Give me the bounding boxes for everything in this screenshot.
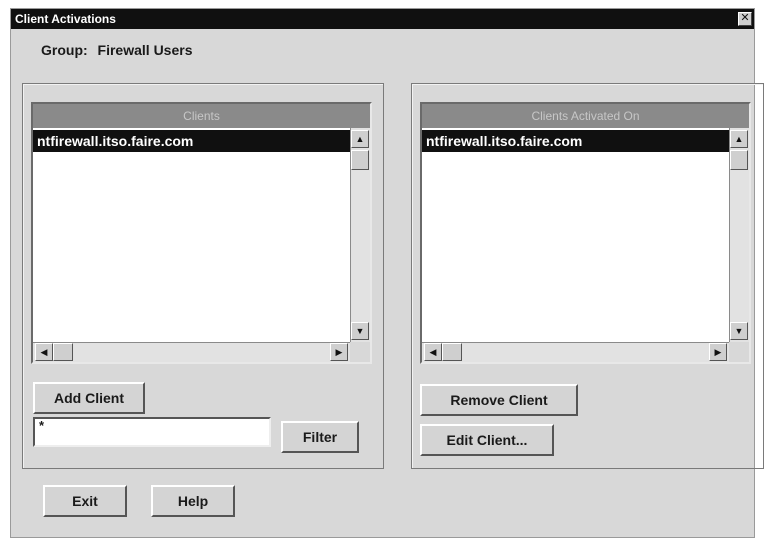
activated-vertical-scrollbar[interactable]: ▲ ▼ [729,128,749,342]
group-line: Group: Firewall Users [41,42,198,58]
clients-vertical-scrollbar[interactable]: ▲ ▼ [350,128,370,342]
clients-list-item[interactable]: ntfirewall.itso.faire.com [33,130,350,152]
title-bar: Client Activations ✕ [11,9,754,29]
scroll-up-icon[interactable]: ▲ [730,130,748,148]
close-icon[interactable]: ✕ [738,12,752,26]
scroll-left-icon[interactable]: ◀ [35,343,53,361]
activated-list-item[interactable]: ntfirewall.itso.faire.com [422,130,729,152]
scroll-down-icon[interactable]: ▼ [730,322,748,340]
clients-list-header: Clients [33,104,370,128]
scroll-thumb[interactable] [351,150,369,170]
scroll-thumb[interactable] [442,343,462,361]
remove-client-button[interactable]: Remove Client [420,384,578,416]
activated-list-header: Clients Activated On [422,104,749,128]
scroll-left-icon[interactable]: ◀ [424,343,442,361]
activated-horizontal-scrollbar[interactable]: ◀ ▶ [422,342,729,362]
scroll-corner [350,342,370,362]
scroll-right-icon[interactable]: ▶ [330,343,348,361]
scroll-up-icon[interactable]: ▲ [351,130,369,148]
scroll-thumb[interactable] [53,343,73,361]
edit-client-button[interactable]: Edit Client... [420,424,554,456]
filter-button[interactable]: Filter [281,421,359,453]
add-client-button[interactable]: Add Client [33,382,145,414]
client-activations-window: Client Activations ✕ Group: Firewall Use… [10,8,764,538]
clients-listbox[interactable]: Clients ntfirewall.itso.faire.com ▲ ▼ ◀ … [31,102,372,364]
help-button[interactable]: Help [151,485,235,517]
activated-panel: Clients Activated On ntfirewall.itso.fai… [411,83,764,469]
filter-input[interactable]: * [33,417,271,447]
group-label: Group: [41,42,88,58]
scroll-right-icon[interactable]: ▶ [709,343,727,361]
group-value: Firewall Users [97,42,193,58]
scroll-down-icon[interactable]: ▼ [351,322,369,340]
scroll-thumb[interactable] [730,150,748,170]
window-title: Client Activations [15,12,116,26]
activated-listbox[interactable]: Clients Activated On ntfirewall.itso.fai… [420,102,751,364]
clients-panel: Clients ntfirewall.itso.faire.com ▲ ▼ ◀ … [22,83,384,469]
scroll-corner [729,342,749,362]
exit-button[interactable]: Exit [43,485,127,517]
clients-horizontal-scrollbar[interactable]: ◀ ▶ [33,342,350,362]
